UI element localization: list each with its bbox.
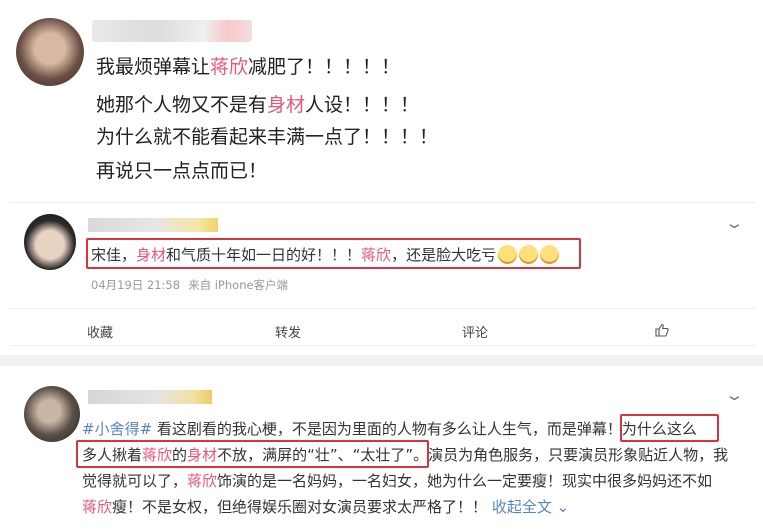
- post-text: 宋佳，身材和气质十年如一日的好！！！蒋欣，还是脸大吃亏: [91, 244, 560, 265]
- post-text-line: 再说只一点点而已！: [96, 160, 268, 182]
- laugh-cry-emoji-icon: [540, 245, 560, 264]
- post-text-line: 蒋欣瘦！不是女权，但绝得娱乐圈对女演员要求太严格了！！ 收起全文 ⌄: [82, 498, 570, 516]
- blurred-username[interactable]: [88, 218, 218, 232]
- laugh-cry-emoji-icon: [519, 245, 539, 264]
- blurred-username[interactable]: [88, 390, 212, 404]
- section-gap: [0, 355, 763, 366]
- blurred-username[interactable]: [92, 20, 252, 42]
- divider: [10, 202, 755, 203]
- post-source[interactable]: 来自 iPhone客户端: [188, 278, 288, 292]
- topic-link[interactable]: #小舍得#: [82, 420, 152, 438]
- chevron-down-icon[interactable]: ⌄: [724, 386, 744, 404]
- post-text-line: #小舍得# 看这剧看的我心梗，不是因为里面的人物有多么让人生气，而是弹幕！为什么…: [82, 420, 697, 438]
- post-text-line: 多人揪着蒋欣的身材不放，满屏的“壮”、“太壮了”。演员为角色服务，只要演员形象贴…: [82, 446, 729, 464]
- avatar[interactable]: [24, 386, 80, 442]
- post-text-line: 觉得就可以了，蒋欣饰演的是一名妈妈，一名妇女，她为什么一定要瘦！现实中很多妈妈还…: [82, 472, 713, 490]
- chevron-down-icon[interactable]: ⌄: [724, 214, 744, 232]
- laugh-cry-emoji-icon: [498, 245, 518, 264]
- post-meta: 04月19日 21:58 来自 iPhone客户端: [91, 277, 296, 293]
- post-text-line: 为什么就不能看起来丰满一点了！！！！: [96, 126, 439, 148]
- post-timestamp[interactable]: 04月19日 21:58: [91, 278, 180, 292]
- divider: [10, 345, 755, 346]
- repost-button[interactable]: 转发: [275, 322, 301, 341]
- collapse-text-link[interactable]: 收起全文: [492, 498, 552, 516]
- post-text-line: 她那个人物又不是有身材人设！！！！: [96, 94, 420, 116]
- comment-button[interactable]: 评论: [462, 322, 488, 341]
- post-text-line: 我最烦弹幕让蒋欣减肥了！！！！！: [96, 56, 401, 78]
- collect-button[interactable]: 收藏: [87, 322, 113, 341]
- divider: [10, 308, 755, 309]
- avatar[interactable]: [24, 214, 76, 270]
- avatar[interactable]: [16, 18, 84, 86]
- chevron-down-icon[interactable]: ⌄: [552, 498, 570, 516]
- thumbs-up-icon[interactable]: [655, 323, 669, 337]
